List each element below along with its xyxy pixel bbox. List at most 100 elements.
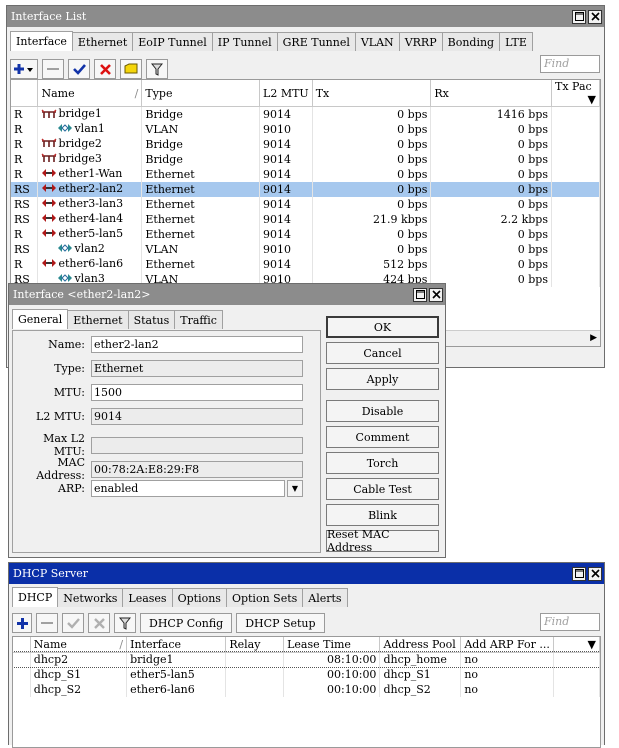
tab-ip-tunnel[interactable]: IP Tunnel (211, 32, 278, 51)
col-name[interactable]: Name / (37, 80, 143, 107)
dhcp-server-row[interactable]: dhcp_S2 ether6-lan6 00:10:00 dhcp_S2 no (13, 682, 600, 697)
interface-row[interactable]: RS ether2-lan2 Ethernet 9014 0 bps 0 bps (11, 181, 600, 197)
tab-bonding[interactable]: Bonding (441, 32, 501, 51)
tab-lte[interactable]: LTE (499, 32, 533, 51)
interface-row[interactable]: Rbridge3 Bridge 9014 0 bps 0 bps (11, 151, 600, 167)
filter-button[interactable] (146, 59, 168, 79)
tab-interface[interactable]: Interface (10, 31, 73, 51)
interface-row[interactable]: Rether1-Wan Ethernet 9014 0 bps 0 bps (11, 166, 600, 182)
tab-traffic[interactable]: Traffic (174, 310, 223, 329)
tab-options[interactable]: Options (171, 588, 227, 607)
col-lease-time[interactable]: Lease Time (283, 637, 381, 653)
dhcp-config-button[interactable]: DHCP Config (140, 613, 233, 633)
tx-packets-cell (551, 211, 600, 227)
remove-button[interactable] (36, 613, 58, 633)
interface-edit-window[interactable]: Interface <ether2-lan2> General Ethernet… (8, 283, 446, 558)
tab-status[interactable]: Status (127, 310, 176, 329)
col-tx[interactable]: Tx (312, 80, 432, 107)
maximize-button[interactable] (413, 287, 427, 302)
add-button[interactable] (10, 59, 38, 79)
interface-row[interactable]: Rether5-lan5 Ethernet 9014 0 bps 0 bps (11, 226, 600, 242)
interface-row[interactable]: Rbridge1 Bridge 9014 0 bps 1416 bps (11, 106, 600, 122)
name-cell: ether2-lan2 (37, 181, 143, 197)
col-name[interactable]: Name / (30, 637, 128, 653)
columns-dropdown-icon[interactable]: ▼ (588, 93, 596, 106)
interface-list-titlebar[interactable]: Interface List (7, 6, 604, 27)
type-cell: VLAN (141, 121, 261, 137)
comment-button[interactable] (120, 59, 142, 79)
filter-button[interactable] (114, 613, 136, 633)
disable-button[interactable] (88, 613, 110, 633)
interface-edit-titlebar[interactable]: Interface <ether2-lan2> (9, 284, 445, 305)
torch-button[interactable]: Torch (326, 452, 439, 474)
l2mtu-cell: 9014 (259, 226, 313, 242)
scroll-right-icon[interactable]: ▶ (590, 333, 597, 343)
interface-row[interactable]: Rether6-lan6 Ethernet 9014 512 bps 0 bps (11, 256, 600, 272)
col-interface[interactable]: Interface (126, 637, 227, 653)
enable-button[interactable] (68, 59, 90, 79)
interface-row[interactable]: RS vlan2 VLAN 9010 0 bps 0 bps (11, 241, 600, 257)
tab-eoip-tunnel[interactable]: EoIP Tunnel (132, 32, 213, 51)
dhcp-setup-button[interactable]: DHCP Setup (236, 613, 325, 633)
l2mtu-row: L2 MTU: 9014 (13, 408, 303, 425)
tab-networks[interactable]: Networks (57, 588, 124, 607)
filter-icon (119, 617, 131, 630)
apply-button[interactable]: Apply (326, 368, 439, 390)
col-tx-packets[interactable]: Tx Pac ▼ (551, 80, 600, 107)
tab-alerts[interactable]: Alerts (302, 588, 348, 607)
ok-button[interactable]: OK (326, 316, 439, 338)
dhcp-server-window[interactable]: DHCP Server DHCP Networks Leases Options… (8, 562, 605, 748)
close-button[interactable] (588, 9, 602, 24)
dhcp-server-row[interactable]: dhcp_S1 ether5-lan5 00:10:00 dhcp_S1 no (13, 667, 600, 682)
col-rx[interactable]: Rx (430, 80, 552, 107)
interface-find-input[interactable]: Find (540, 55, 600, 73)
cable-test-button[interactable]: Cable Test (326, 478, 439, 500)
tab-ethernet[interactable]: Ethernet (71, 32, 134, 51)
col-add-arp[interactable]: Add ARP For ... (460, 637, 554, 653)
maximize-button[interactable] (572, 566, 586, 581)
maximize-button[interactable] (572, 9, 586, 24)
col-type[interactable]: Type (141, 80, 261, 107)
dhcp-server-row[interactable]: dhcp2 bridge1 08:10:00 dhcp_home no (13, 651, 600, 668)
tab-dhcp[interactable]: DHCP (12, 587, 59, 607)
arp-select[interactable]: enabled (91, 480, 285, 497)
col-address-pool[interactable]: Address Pool (379, 637, 462, 653)
arp-row: ARP: enabled ▼ (13, 480, 303, 497)
comment-button[interactable]: Comment (326, 426, 439, 448)
disable-button[interactable] (94, 59, 116, 79)
tab-option-sets[interactable]: Option Sets (225, 588, 304, 607)
interface-row[interactable]: Rvlan1 VLAN 9010 0 bps 0 bps (11, 121, 600, 137)
add-button[interactable] (12, 613, 32, 633)
tab-ethernet[interactable]: Ethernet (67, 310, 129, 329)
arp-dropdown-icon[interactable]: ▼ (287, 480, 303, 497)
reset-mac-address-button[interactable]: Reset MAC Address (326, 528, 439, 554)
flag-cell: R (11, 121, 39, 137)
close-button[interactable] (429, 287, 443, 302)
tab-leases[interactable]: Leases (122, 588, 173, 607)
interface-name: ether6-lan6 (58, 256, 124, 270)
cancel-button[interactable]: Cancel (326, 342, 439, 364)
tab-vlan[interactable]: VLAN (354, 32, 400, 51)
tab-gre-tunnel[interactable]: GRE Tunnel (276, 32, 356, 51)
interface-row[interactable]: RS ether3-lan3 Ethernet 9014 0 bps 0 bps (11, 196, 600, 212)
dhcp-find-input[interactable]: Find (540, 613, 600, 631)
blink-button[interactable]: Blink (326, 504, 439, 526)
close-button[interactable] (588, 566, 602, 581)
enable-button[interactable] (62, 613, 84, 633)
col-flags[interactable] (11, 80, 39, 107)
col-l2mtu[interactable]: L2 MTU (259, 80, 313, 107)
name-field[interactable]: ether2-lan2 (91, 336, 303, 353)
interface-row[interactable]: RS ether4-lan4 Ethernet 9014 21.9 kbps 2.2 kb… (11, 211, 600, 227)
tab-general[interactable]: General (12, 309, 69, 329)
col-flags[interactable] (13, 637, 31, 653)
remove-button[interactable] (42, 59, 64, 79)
interface-row[interactable]: Rbridge2 Bridge 9014 0 bps 0 bps (11, 136, 600, 152)
col-more[interactable]: ▼ (553, 637, 600, 653)
disable-button[interactable]: Disable (326, 400, 439, 422)
tab-vrrp[interactable]: VRRP (398, 32, 443, 51)
dhcp-titlebar[interactable]: DHCP Server (9, 563, 604, 584)
mtu-field[interactable]: 1500 (91, 384, 303, 401)
col-relay[interactable]: Relay (225, 637, 285, 653)
columns-dropdown-icon[interactable]: ▼ (588, 638, 596, 651)
name-cell: dhcp_S2 (30, 682, 128, 697)
